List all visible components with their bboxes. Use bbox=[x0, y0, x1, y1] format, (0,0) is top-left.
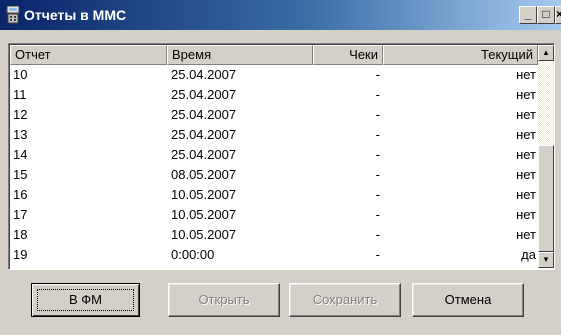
column-header-report[interactable]: Отчет bbox=[10, 45, 167, 65]
cell-time: 08.05.2007 bbox=[171, 167, 237, 182]
cell-checks: - bbox=[375, 127, 380, 142]
cell-current: нет bbox=[516, 207, 536, 222]
cancel-button[interactable]: Отмена bbox=[412, 283, 524, 317]
reports-list[interactable]: Отчет Время Чеки Текущий 10 25.04.2007 -… bbox=[8, 43, 555, 270]
app-register-icon bbox=[6, 5, 20, 24]
column-header-checks[interactable]: Чеки bbox=[313, 45, 383, 65]
vertical-scrollbar[interactable]: ▲ ▼ bbox=[538, 45, 554, 268]
window-title: Отчеты в ММС bbox=[24, 7, 127, 23]
cell-report: 17 bbox=[13, 207, 28, 222]
cell-checks: - bbox=[375, 167, 380, 182]
scroll-up-button[interactable]: ▲ bbox=[538, 45, 554, 61]
cell-time: 25.04.2007 bbox=[171, 107, 237, 122]
close-button[interactable]: × bbox=[555, 6, 561, 24]
table-row[interactable]: 10 25.04.2007 - нет bbox=[10, 65, 538, 85]
cell-checks: - bbox=[375, 187, 380, 202]
cell-current: нет bbox=[516, 87, 536, 102]
cell-report: 19 bbox=[13, 247, 28, 262]
cell-report: 10 bbox=[13, 67, 28, 82]
table-row[interactable]: 13 25.04.2007 - нет bbox=[10, 125, 538, 145]
cell-checks: - bbox=[375, 247, 380, 262]
table-body: 10 25.04.2007 - нет 11 25.04.2007 - нет … bbox=[10, 65, 538, 265]
cell-time: 10.05.2007 bbox=[171, 227, 237, 242]
table-row[interactable]: 12 25.04.2007 - нет bbox=[10, 105, 538, 125]
cell-time: 25.04.2007 bbox=[171, 87, 237, 102]
table-row[interactable]: 15 08.05.2007 - нет bbox=[10, 165, 538, 185]
minimize-button[interactable]: _ bbox=[519, 6, 537, 24]
open-button[interactable]: Открыть bbox=[168, 283, 280, 317]
cell-time: 25.04.2007 bbox=[171, 67, 237, 82]
cell-time: 25.04.2007 bbox=[171, 127, 237, 142]
cell-checks: - bbox=[375, 207, 380, 222]
focus-rectangle: В ФМ bbox=[37, 289, 134, 311]
table-row[interactable]: 16 10.05.2007 - нет bbox=[10, 185, 538, 205]
cell-current: нет bbox=[516, 107, 536, 122]
cell-current: нет bbox=[516, 67, 536, 82]
cell-current: да bbox=[521, 247, 536, 262]
table-row[interactable]: 19 0:00:00 - да bbox=[10, 245, 538, 265]
cell-report: 15 bbox=[13, 167, 28, 182]
column-header-time[interactable]: Время bbox=[167, 45, 313, 65]
cell-report: 18 bbox=[13, 227, 28, 242]
title-bar[interactable]: Отчеты в ММС _ □ × bbox=[0, 0, 561, 30]
column-header-current[interactable]: Текущий bbox=[383, 45, 538, 65]
cell-report: 13 bbox=[13, 127, 28, 142]
cell-current: нет bbox=[516, 187, 536, 202]
to-fm-button[interactable]: В ФМ bbox=[31, 283, 140, 317]
cell-time: 10.05.2007 bbox=[171, 187, 237, 202]
cell-time: 10.05.2007 bbox=[171, 207, 237, 222]
table-row[interactable]: 11 25.04.2007 - нет bbox=[10, 85, 538, 105]
scrollbar-thumb[interactable] bbox=[538, 145, 554, 252]
save-button[interactable]: Сохранить bbox=[289, 283, 401, 317]
cell-current: нет bbox=[516, 227, 536, 242]
cell-current: нет bbox=[516, 147, 536, 162]
cell-report: 16 bbox=[13, 187, 28, 202]
arrow-down-icon: ▼ bbox=[542, 255, 550, 264]
cell-time: 25.04.2007 bbox=[171, 147, 237, 162]
cell-current: нет bbox=[516, 167, 536, 182]
cell-time: 0:00:00 bbox=[171, 247, 215, 262]
cell-report: 12 bbox=[13, 107, 28, 122]
scroll-down-button[interactable]: ▼ bbox=[538, 252, 554, 268]
table-row[interactable]: 18 10.05.2007 - нет bbox=[10, 225, 538, 245]
cell-checks: - bbox=[375, 67, 380, 82]
table-row[interactable]: 14 25.04.2007 - нет bbox=[10, 145, 538, 165]
cell-current: нет bbox=[516, 127, 536, 142]
table-row[interactable]: 17 10.05.2007 - нет bbox=[10, 205, 538, 225]
cell-checks: - bbox=[375, 87, 380, 102]
cell-checks: - bbox=[375, 227, 380, 242]
cell-checks: - bbox=[375, 147, 380, 162]
cell-report: 11 bbox=[13, 87, 27, 102]
cell-checks: - bbox=[375, 107, 380, 122]
cell-report: 14 bbox=[13, 147, 28, 162]
maximize-button[interactable]: □ bbox=[537, 6, 555, 24]
arrow-up-icon: ▲ bbox=[542, 48, 550, 57]
